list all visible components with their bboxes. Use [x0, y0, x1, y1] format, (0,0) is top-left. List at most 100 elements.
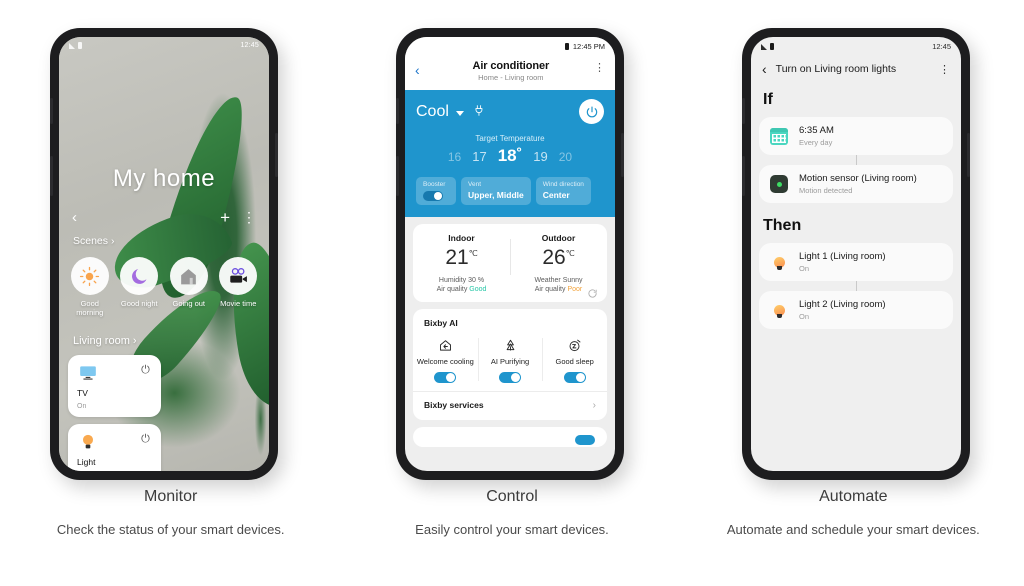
- phone2-volume-button[interactable]: [396, 98, 399, 124]
- chip-label: Wind direction: [542, 181, 584, 188]
- bixby-good-sleep[interactable]: Good sleep: [542, 336, 607, 383]
- airquality-prefix: Air quality: [534, 286, 568, 293]
- scenes-section-label[interactable]: Scenes ›: [73, 235, 114, 247]
- plug-icon[interactable]: [473, 104, 486, 120]
- device-card-tv[interactable]: ⏻ TV On: [68, 355, 161, 417]
- connector-line: [855, 281, 857, 291]
- page-title: My home: [112, 165, 216, 192]
- home-nav-row: ‹ + ⋮: [59, 205, 269, 229]
- ac-mode-label[interactable]: Cool: [416, 103, 449, 121]
- action-subtitle: On: [799, 312, 810, 321]
- back-icon[interactable]: ‹: [415, 62, 420, 78]
- climate-unit: ℃: [565, 249, 575, 258]
- scene-item[interactable]: Going out: [166, 257, 212, 318]
- more-menu-icon[interactable]: ⋮: [939, 63, 950, 76]
- ac-option-chips: Booster Vent Upper, Middle Wind directio…: [416, 177, 604, 205]
- airquality-prefix: Air quality: [436, 286, 470, 293]
- caption-description: Check the status of your smart devices.: [56, 522, 285, 537]
- caption-title: Automate: [819, 488, 888, 505]
- condition-text: Motion sensor (Living room) Motion detec…: [799, 173, 917, 195]
- battery-icon: [78, 42, 82, 49]
- temp-option[interactable]: 16: [448, 150, 461, 164]
- phone-automate: 12:45 ‹ Turn on Living room lights ⋮ If …: [742, 28, 970, 480]
- phone1-screen: 12:45 My home ‹ + ⋮ Scenes › Good mornin…: [59, 37, 269, 471]
- then-action-light2[interactable]: Light 2 (Living room) On: [759, 291, 953, 329]
- temperature-selector[interactable]: 16 17 18˚ 19 20: [416, 146, 604, 166]
- climate-meta-weather: Weather Sunny: [534, 277, 583, 284]
- temp-option[interactable]: 17: [472, 149, 486, 164]
- chip-booster[interactable]: Booster: [416, 177, 456, 205]
- phone1-power-button[interactable]: [275, 133, 278, 177]
- chip-vent[interactable]: Vent Upper, Middle: [461, 177, 531, 205]
- bixby-toggle[interactable]: [563, 371, 586, 383]
- refresh-icon[interactable]: [587, 288, 598, 302]
- power-button[interactable]: [579, 99, 604, 124]
- climate-label: Outdoor: [541, 233, 576, 243]
- phone2-bixby-button[interactable]: [396, 156, 399, 196]
- booster-toggle[interactable]: [423, 191, 443, 201]
- phone1-volume-button[interactable]: [50, 98, 53, 124]
- target-temperature-label: Target Temperature: [475, 134, 545, 143]
- more-menu-icon[interactable]: ⋮: [242, 210, 256, 224]
- scene-item[interactable]: Good night: [116, 257, 162, 318]
- phone3-power-button[interactable]: [967, 133, 970, 177]
- moon-icon: [120, 257, 159, 295]
- phone3-volume-button[interactable]: [742, 98, 745, 124]
- bixby-services-row[interactable]: Bixby services ›: [413, 390, 607, 411]
- caption-control: Control Easily control your smart device…: [341, 488, 682, 537]
- status-icons: [761, 43, 774, 50]
- partial-card-below[interactable]: [413, 426, 607, 447]
- status-time: 12:45: [932, 42, 951, 51]
- motion-sensor-icon: [769, 174, 789, 194]
- connector-line: [855, 155, 857, 165]
- temp-option-selected[interactable]: 18˚: [498, 146, 523, 166]
- climate-meta-airquality: Air quality Good: [413, 286, 510, 293]
- device-card-light[interactable]: ⏻ Light On: [68, 424, 161, 471]
- temp-option[interactable]: 19: [533, 149, 547, 164]
- welcome-cooling-icon: [415, 336, 476, 354]
- partial-toggle[interactable]: [575, 434, 595, 445]
- action-text: Light 2 (Living room) On: [799, 299, 886, 321]
- caption-row: Monitor Check the status of your smart d…: [0, 488, 1024, 537]
- bixby-toggle[interactable]: [434, 371, 457, 383]
- then-action-light1[interactable]: Light 1 (Living room) On: [759, 243, 953, 281]
- status-bar: 12:45: [59, 37, 269, 54]
- back-icon[interactable]: ‹: [762, 61, 767, 77]
- phone2-power-button[interactable]: [621, 133, 624, 177]
- chip-value: Center: [542, 190, 570, 200]
- bixby-welcome-cooling[interactable]: Welcome cooling: [413, 336, 478, 383]
- scene-label: Going out: [172, 299, 206, 308]
- phone3-bixby-button[interactable]: [742, 156, 745, 196]
- back-icon[interactable]: ‹: [72, 210, 77, 225]
- climate-row: Indoor 21℃ Humidity 30 % Air quality Goo…: [413, 233, 607, 293]
- house-icon: [169, 257, 208, 295]
- if-condition-time[interactable]: 6:35 AM Every day: [759, 117, 953, 155]
- action-title: Light 1 (Living room): [799, 251, 886, 262]
- condition-text: 6:35 AM Every day: [799, 125, 834, 147]
- add-icon[interactable]: +: [220, 209, 230, 226]
- temp-option[interactable]: 20: [559, 150, 572, 164]
- chevron-down-icon[interactable]: [455, 111, 464, 116]
- bixby-toggle[interactable]: [499, 371, 521, 383]
- phone1-bixby-button[interactable]: [50, 156, 53, 196]
- scene-label: Movie time: [220, 299, 257, 308]
- app-bar-titles: Air conditioner Home - Living room: [428, 60, 594, 82]
- scene-item[interactable]: Movie time: [215, 257, 261, 318]
- caption-description: Automate and schedule your smart devices…: [726, 522, 980, 537]
- chip-label: Vent: [468, 181, 482, 188]
- bixby-ai-purifying[interactable]: AI Purifying: [477, 336, 543, 383]
- action-title: Light 2 (Living room): [799, 299, 886, 310]
- room-section-label[interactable]: Living room ›: [73, 335, 137, 347]
- power-toggle-icon[interactable]: ⏻: [137, 431, 154, 448]
- climate-value: 21℃: [413, 246, 510, 270]
- scene-item[interactable]: Good morning: [67, 257, 113, 318]
- more-menu-icon[interactable]: ⋮: [594, 61, 605, 74]
- caption-monitor: Monitor Check the status of your smart d…: [0, 488, 341, 537]
- power-toggle-icon[interactable]: ⏻: [137, 362, 154, 379]
- action-text: Light 1 (Living room) On: [799, 251, 886, 273]
- battery-icon: [564, 43, 569, 50]
- if-condition-motion[interactable]: Motion sensor (Living room) Motion detec…: [759, 165, 953, 203]
- chip-wind-direction[interactable]: Wind direction Center: [535, 177, 591, 205]
- device-status: On: [77, 403, 87, 410]
- airquality-value: Good: [469, 286, 487, 293]
